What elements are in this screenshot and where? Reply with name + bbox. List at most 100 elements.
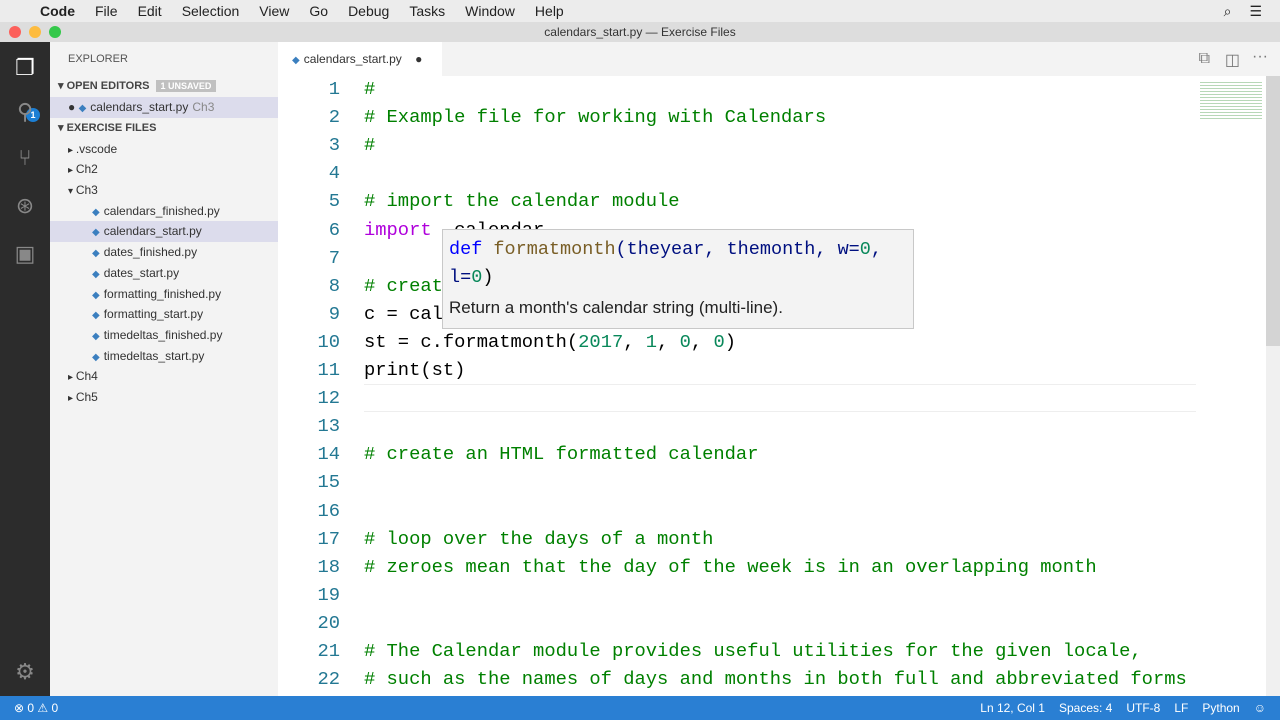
search-icon[interactable]: ⚲ bbox=[13, 100, 37, 124]
file-item[interactable]: ◆ timedeltas_finished.py bbox=[50, 325, 278, 346]
source-control-icon[interactable]: ⑂ bbox=[13, 146, 37, 170]
line-number: 5 bbox=[328, 190, 340, 213]
python-file-icon: ◆ bbox=[92, 227, 100, 239]
current-line-highlight bbox=[364, 384, 1196, 412]
scrollbar-thumb[interactable] bbox=[1266, 76, 1280, 346]
exercise-files-label: EXERCISE FILES bbox=[66, 121, 157, 134]
line-ending[interactable]: LF bbox=[1174, 701, 1188, 715]
minimize-window-button[interactable] bbox=[29, 26, 41, 38]
explorer-icon[interactable]: ❐ bbox=[13, 56, 37, 80]
folder-item[interactable]: ▸ Ch5 bbox=[50, 387, 278, 408]
line-number: 4 bbox=[328, 162, 340, 185]
indentation[interactable]: Spaces: 4 bbox=[1059, 701, 1112, 715]
file-item[interactable]: ◆ calendars_start.py bbox=[50, 221, 278, 243]
window-title: calendars_start.py — Exercise Files bbox=[0, 22, 1280, 42]
line-number: 16 bbox=[317, 499, 340, 522]
minimap[interactable] bbox=[1196, 76, 1266, 696]
code-token: ) bbox=[724, 330, 737, 353]
code-line: # The Calendar module provides useful ut… bbox=[364, 640, 1142, 662]
language-mode[interactable]: Python bbox=[1202, 701, 1239, 715]
chevron-right-icon: ▸ bbox=[68, 144, 76, 156]
debug-icon[interactable]: ⊛ bbox=[13, 194, 37, 218]
folder-item[interactable]: ▾ Ch3 bbox=[50, 180, 278, 201]
dirty-dot-icon[interactable]: ● bbox=[415, 52, 422, 66]
gear-icon[interactable]: ⚙ bbox=[13, 660, 37, 684]
sig-default: 0 bbox=[859, 239, 871, 260]
cursor-position[interactable]: Ln 12, Col 1 bbox=[980, 701, 1045, 715]
sig-end: ) bbox=[482, 267, 494, 288]
feedback-smiley-icon[interactable]: ☺ bbox=[1254, 701, 1266, 715]
file-item[interactable]: ◆ formatting_finished.py bbox=[50, 284, 278, 305]
open-editors-header[interactable]: ▾ OPEN EDITORS 1 UNSAVED bbox=[50, 76, 278, 97]
sig-default: 0 bbox=[471, 267, 483, 288]
maximize-window-button[interactable] bbox=[49, 26, 61, 38]
python-file-icon: ◆ bbox=[92, 330, 100, 342]
menu-tasks[interactable]: Tasks bbox=[409, 3, 445, 19]
code-token: , bbox=[690, 330, 714, 353]
menu-view[interactable]: View bbox=[259, 3, 289, 19]
hover-doc: Return a month's calendar string (multi-… bbox=[449, 298, 783, 317]
hover-signature: def formatmonth(theyear, themonth, w=0, … bbox=[443, 230, 913, 292]
python-file-icon: ◆ bbox=[292, 55, 300, 66]
file-item[interactable]: ◆ formatting_start.py bbox=[50, 304, 278, 325]
tab-calendars-start[interactable]: ◆ calendars_start.py ● bbox=[278, 42, 442, 76]
menu-bar: Code File Edit Selection View Go Debug Tasks Wi… bbox=[0, 0, 1280, 22]
search-icon[interactable]: ⌕ bbox=[1224, 3, 1232, 20]
folder-item[interactable]: ▸ .vscode bbox=[50, 139, 278, 160]
tree-item-label: timedeltas_finished.py bbox=[103, 327, 223, 342]
open-editor-item[interactable]: ● ◆ calendars_start.py Ch3 bbox=[50, 97, 278, 118]
chevron-right-icon: ▸ bbox=[68, 372, 76, 384]
tree-item-label: formatting_finished.py bbox=[103, 286, 222, 301]
folder-item[interactable]: ▸ Ch2 bbox=[50, 159, 278, 180]
code-line: print(st) bbox=[364, 359, 465, 381]
line-number: 10 bbox=[317, 330, 340, 353]
errors-indicator[interactable]: ⊗ 0 ⚠ 0 bbox=[14, 701, 58, 715]
more-actions-icon[interactable]: ··· bbox=[1252, 48, 1268, 66]
menu-selection[interactable]: Selection bbox=[182, 3, 240, 19]
file-item[interactable]: ◆ calendars_finished.py bbox=[50, 201, 278, 222]
code-token: # create an HTML formatted calendar bbox=[364, 443, 759, 466]
menu-go[interactable]: Go bbox=[309, 3, 328, 19]
list-icon[interactable]: ☰ bbox=[1249, 3, 1262, 20]
code-editor[interactable]: 1 #2 # Example file for working with Calen… bbox=[278, 76, 1196, 696]
chevron-right-icon: ▸ bbox=[68, 165, 76, 177]
file-item[interactable]: ◆ dates_start.py bbox=[50, 263, 278, 284]
code-token: st = c.formatmonth( bbox=[364, 330, 579, 353]
open-changes-icon[interactable]: ⧉ bbox=[1199, 50, 1210, 68]
line-number: 13 bbox=[317, 415, 340, 438]
file-item[interactable]: ◆ timedeltas_start.py bbox=[50, 346, 278, 367]
explorer-sidebar: EXPLORER ▾ OPEN EDITORS 1 UNSAVED ● ◆ cale… bbox=[50, 42, 278, 696]
line-number: 19 bbox=[317, 583, 340, 606]
code-token: , bbox=[623, 330, 646, 353]
line-number: 18 bbox=[317, 555, 340, 578]
code-line: # bbox=[364, 134, 375, 156]
warning-count: 0 bbox=[51, 701, 59, 715]
code-token: import bbox=[364, 218, 432, 241]
file-item[interactable]: ◆ dates_finished.py bbox=[50, 242, 278, 263]
menu-edit[interactable]: Edit bbox=[138, 3, 162, 19]
python-file-icon: ◆ bbox=[78, 103, 87, 114]
code-line: st = c.formatmonth(2017, 1, 0, 0) bbox=[364, 331, 736, 353]
chevron-down-icon: ▾ bbox=[68, 186, 76, 198]
line-number: 20 bbox=[317, 611, 340, 634]
menu-debug[interactable]: Debug bbox=[348, 3, 389, 19]
encoding[interactable]: UTF-8 bbox=[1126, 701, 1160, 715]
code-token: 1 bbox=[645, 330, 658, 353]
exercise-files-header[interactable]: ▾ EXERCISE FILES bbox=[50, 118, 278, 139]
python-file-icon: ◆ bbox=[92, 351, 100, 363]
menu-file[interactable]: File bbox=[95, 3, 118, 19]
extensions-icon[interactable]: ▣ bbox=[13, 242, 37, 266]
menu-help[interactable]: Help bbox=[535, 3, 564, 19]
close-window-button[interactable] bbox=[9, 26, 21, 38]
line-number: 8 bbox=[328, 274, 340, 297]
code-token: # import the calendar module bbox=[364, 190, 680, 213]
code-token: # bbox=[364, 78, 376, 100]
vertical-scrollbar[interactable] bbox=[1266, 76, 1280, 696]
line-number: 9 bbox=[328, 302, 340, 325]
menu-app[interactable]: Code bbox=[40, 3, 75, 19]
split-editor-icon[interactable]: ◫ bbox=[1225, 50, 1240, 70]
tree-item-label: Ch2 bbox=[75, 162, 98, 177]
folder-item[interactable]: ▸ Ch4 bbox=[50, 366, 278, 387]
menu-window[interactable]: Window bbox=[465, 3, 515, 19]
open-editor-label: calendars_start.py bbox=[90, 100, 189, 114]
